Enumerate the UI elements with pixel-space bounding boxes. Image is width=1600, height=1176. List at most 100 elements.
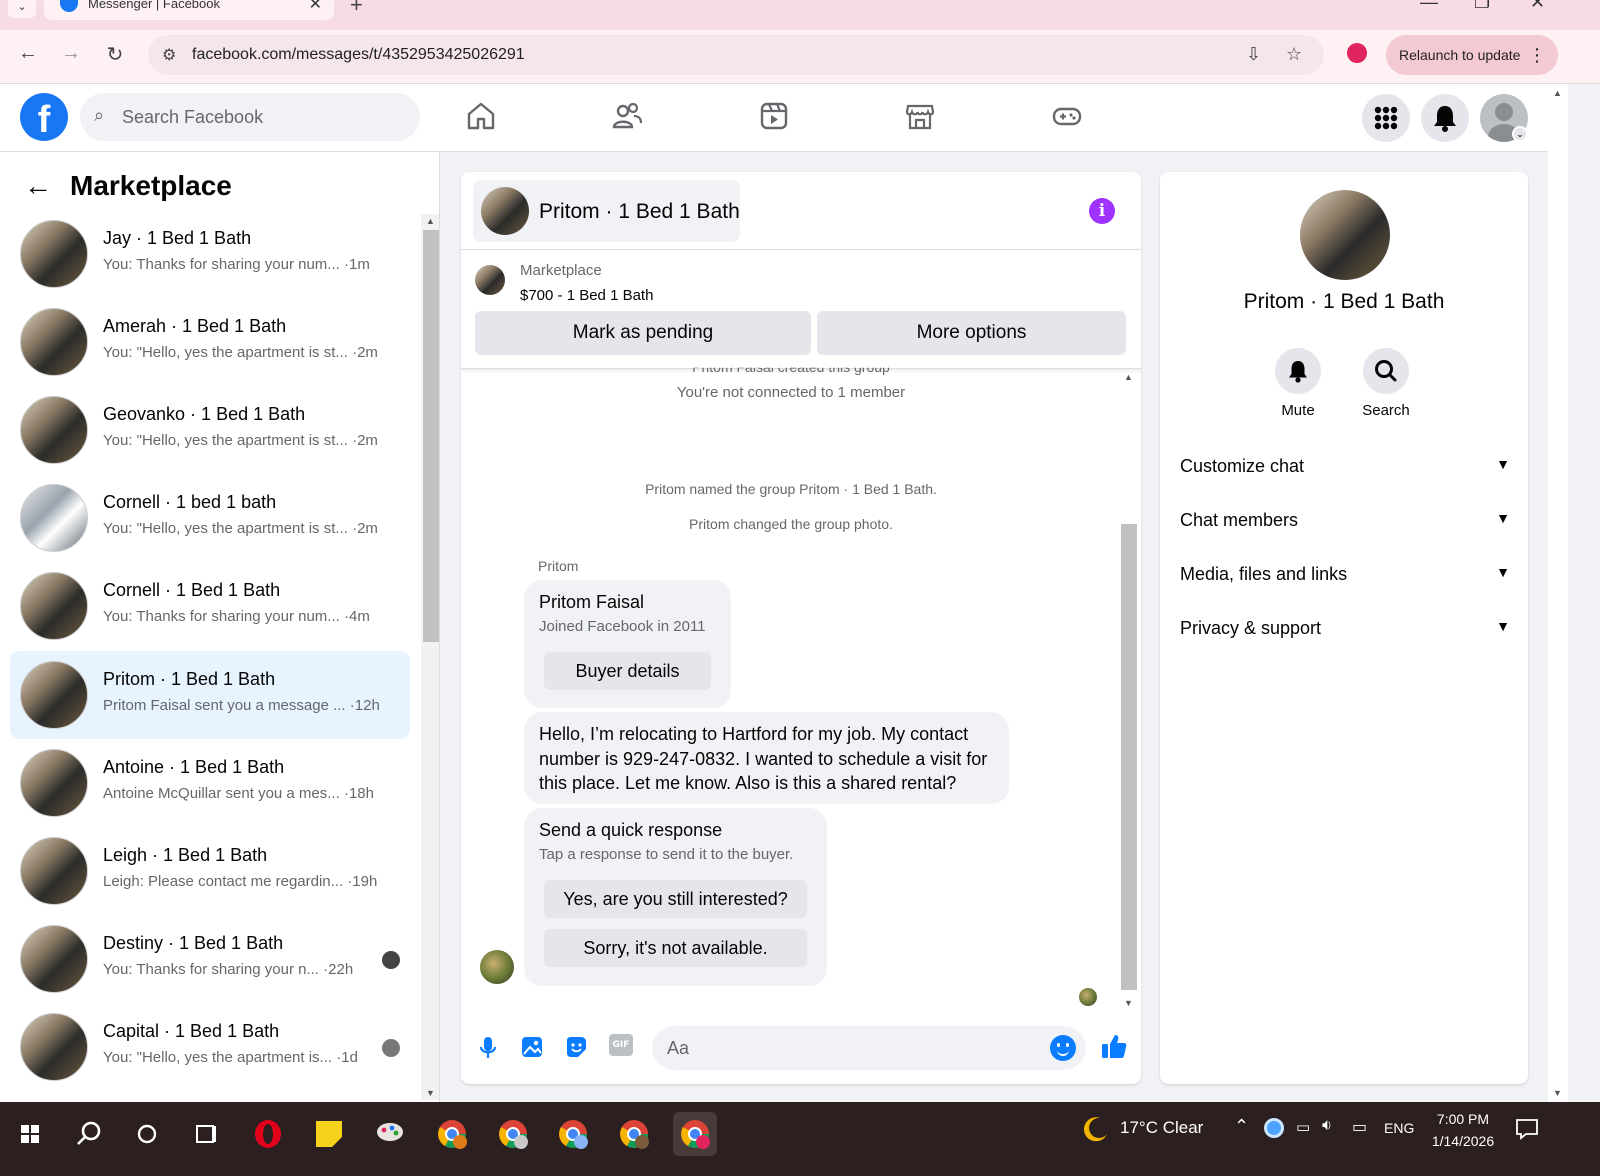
conversation-item[interactable]: Jay · 1 Bed 1 Bath You: Thanks for shari… (10, 210, 410, 298)
language-indicator[interactable]: ENG (1384, 1120, 1414, 1136)
quick-response-not-available-button[interactable]: Sorry, it's not available. (544, 929, 807, 967)
tray-chevron-up-icon[interactable]: ⌃ (1234, 1116, 1249, 1137)
sticky-notes-icon[interactable] (307, 1112, 351, 1156)
conversation-item[interactable]: Leigh · 1 Bed 1 Bath Leigh: Please conta… (10, 827, 410, 915)
chrome-profile-1-icon[interactable] (430, 1112, 474, 1156)
home-icon[interactable] (465, 100, 497, 132)
chrome-profile-4-icon[interactable] (612, 1112, 656, 1156)
back-arrow-icon[interactable]: ← (24, 170, 52, 201)
message-bubble[interactable]: Hello, I’m relocating to Hartford for my… (524, 712, 1009, 804)
bell-icon (1434, 106, 1456, 132)
scrollbar-thumb[interactable] (1121, 524, 1137, 990)
cortana-icon[interactable] (125, 1112, 169, 1156)
chrome-profile-2-icon[interactable] (491, 1112, 535, 1156)
opera-icon[interactable] (246, 1112, 290, 1156)
page-scrollbar[interactable]: ▲ ▼ (1548, 84, 1568, 1102)
notifications-button[interactable] (1421, 94, 1469, 142)
site-settings-icon[interactable]: ⚙ (162, 45, 176, 65)
quick-response-interested-button[interactable]: Yes, are you still interested? (544, 880, 807, 918)
browser-tab-messenger[interactable]: Messenger | Facebook ✕ (44, 0, 334, 20)
scroll-up-icon[interactable]: ▲ (1124, 372, 1133, 382)
sidebar-scrollbar[interactable]: ▲ ▼ (421, 214, 439, 1100)
task-view-icon[interactable] (184, 1112, 228, 1156)
battery-icon[interactable]: ▭ (1296, 1118, 1310, 1136)
facebook-logo-icon[interactable]: f (20, 93, 68, 141)
mute-button[interactable]: Mute (1258, 348, 1338, 419)
conversation-name: Geovanko · 1 Bed 1 Bath (103, 404, 306, 424)
back-icon[interactable]: ← (14, 42, 42, 65)
browser-menu-icon[interactable]: ⋮ (1528, 35, 1546, 75)
conversation-item[interactable]: Amerah · 1 Bed 1 Bath You: "Hello, yes t… (10, 298, 410, 386)
group-avatar[interactable] (1300, 190, 1390, 280)
scroll-down-icon[interactable]: ▼ (1553, 1088, 1562, 1098)
scroll-down-icon[interactable]: ▼ (426, 1088, 435, 1098)
conversation-item[interactable]: Capital · 1 Bed 1 Bath You: "Hello, yes … (10, 1003, 410, 1091)
taskbar-search-icon[interactable] (67, 1112, 111, 1156)
scroll-up-icon[interactable]: ▲ (1553, 88, 1562, 98)
reload-icon[interactable]: ↻ (101, 42, 129, 67)
microphone-icon[interactable] (475, 1034, 501, 1060)
minimize-icon[interactable]: — (1420, 0, 1438, 13)
privacy-support-section[interactable]: Privacy & support ▼ (1180, 618, 1510, 658)
conversation-item-active[interactable]: Pritom · 1 Bed 1 Bath Pritom Faisal sent… (10, 651, 410, 739)
forward-icon[interactable]: → (57, 42, 85, 65)
restore-icon[interactable]: ❐ (1474, 0, 1490, 13)
video-icon[interactable] (758, 100, 790, 132)
chrome-profile-5-icon[interactable] (673, 1112, 717, 1156)
paint-app-icon[interactable] (368, 1112, 412, 1156)
conversation-item[interactable]: Destiny · 1 Bed 1 Bath You: Thanks for s… (10, 915, 410, 1003)
chat-title-button[interactable]: Pritom · 1 Bed 1 Bath (473, 180, 740, 242)
customize-chat-section[interactable]: Customize chat ▼ (1180, 456, 1510, 496)
conversation-item[interactable]: Geovanko · 1 Bed 1 Bath You: "Hello, yes… (10, 386, 410, 474)
listing-title[interactable]: $700 - 1 Bed 1 Bath (520, 287, 653, 304)
gaming-icon[interactable] (1051, 100, 1083, 132)
emoji-icon[interactable] (1050, 1035, 1076, 1061)
notification-center-icon[interactable] (1514, 1116, 1540, 1142)
search-in-chat-button[interactable]: Search (1346, 348, 1426, 419)
new-tab-button[interactable]: + (350, 0, 363, 18)
network-icon[interactable]: ▭ (1352, 1117, 1367, 1137)
message-input[interactable]: Aa (652, 1026, 1086, 1070)
taskbar-clock[interactable]: 7:00 PM 1/14/2026 (1425, 1108, 1501, 1152)
conversation-item[interactable]: Cornell · 1 bed 1 bath You: "Hello, yes … (10, 474, 410, 562)
mark-as-pending-button[interactable]: Mark as pending (475, 311, 811, 355)
search-facebook-input[interactable]: ⌕ Search Facebook (80, 93, 420, 141)
listing-thumbnail[interactable] (475, 265, 505, 295)
browser-profile-icon[interactable] (1347, 43, 1367, 63)
close-window-icon[interactable]: ✕ (1530, 0, 1545, 13)
gif-icon[interactable]: GIF (609, 1034, 633, 1056)
windows-start-icon[interactable] (8, 1112, 52, 1156)
weather-moon-icon[interactable] (1080, 1114, 1110, 1144)
photo-icon[interactable] (519, 1034, 545, 1060)
tray-app-icon[interactable] (1264, 1118, 1284, 1138)
relaunch-button[interactable]: Relaunch to update ⋮ (1386, 35, 1558, 75)
scrollbar-thumb[interactable] (423, 230, 439, 642)
chat-scrollbar[interactable]: ▲ ▼ (1119, 370, 1139, 1010)
info-icon[interactable]: i (1089, 198, 1115, 224)
buyer-details-button[interactable]: Buyer details (544, 652, 711, 690)
conversation-item[interactable]: Cornell · 1 Bed 1 Bath You: Thanks for s… (10, 562, 410, 650)
weather-text[interactable]: 17°C Clear (1120, 1118, 1203, 1138)
volume-icon[interactable]: 🔉︎ (1322, 1117, 1332, 1135)
address-bar[interactable]: ⚙ facebook.com/messages/t/43529534250262… (148, 35, 1324, 75)
close-tab-icon[interactable]: ✕ (309, 0, 322, 14)
scroll-down-icon[interactable]: ▼ (1124, 998, 1133, 1008)
sticker-icon[interactable] (563, 1034, 589, 1060)
marketplace-icon[interactable] (904, 100, 936, 132)
conversation-avatar (20, 308, 88, 376)
scroll-up-icon[interactable]: ▲ (426, 216, 435, 226)
conversation-item[interactable]: Antoine · 1 Bed 1 Bath Antoine McQuillar… (10, 739, 410, 827)
install-app-icon[interactable]: ⇩ (1246, 44, 1261, 65)
sender-avatar[interactable] (480, 950, 514, 984)
chat-members-section[interactable]: Chat members ▼ (1180, 510, 1510, 550)
tab-search-button[interactable]: ⌄ (8, 0, 36, 18)
more-options-button[interactable]: More options (817, 311, 1126, 355)
bookmark-star-icon[interactable]: ☆ (1286, 44, 1302, 65)
menu-grid-button[interactable] (1362, 94, 1410, 142)
account-chevron-down-icon[interactable]: ⌄ (1512, 126, 1528, 142)
group-name: Pritom · 1 Bed 1 Bath (1243, 290, 1445, 313)
media-files-links-section[interactable]: Media, files and links ▼ (1180, 564, 1510, 604)
friends-icon[interactable] (611, 100, 643, 132)
chrome-profile-3-icon[interactable] (551, 1112, 595, 1156)
thumbs-up-icon[interactable] (1099, 1032, 1129, 1062)
